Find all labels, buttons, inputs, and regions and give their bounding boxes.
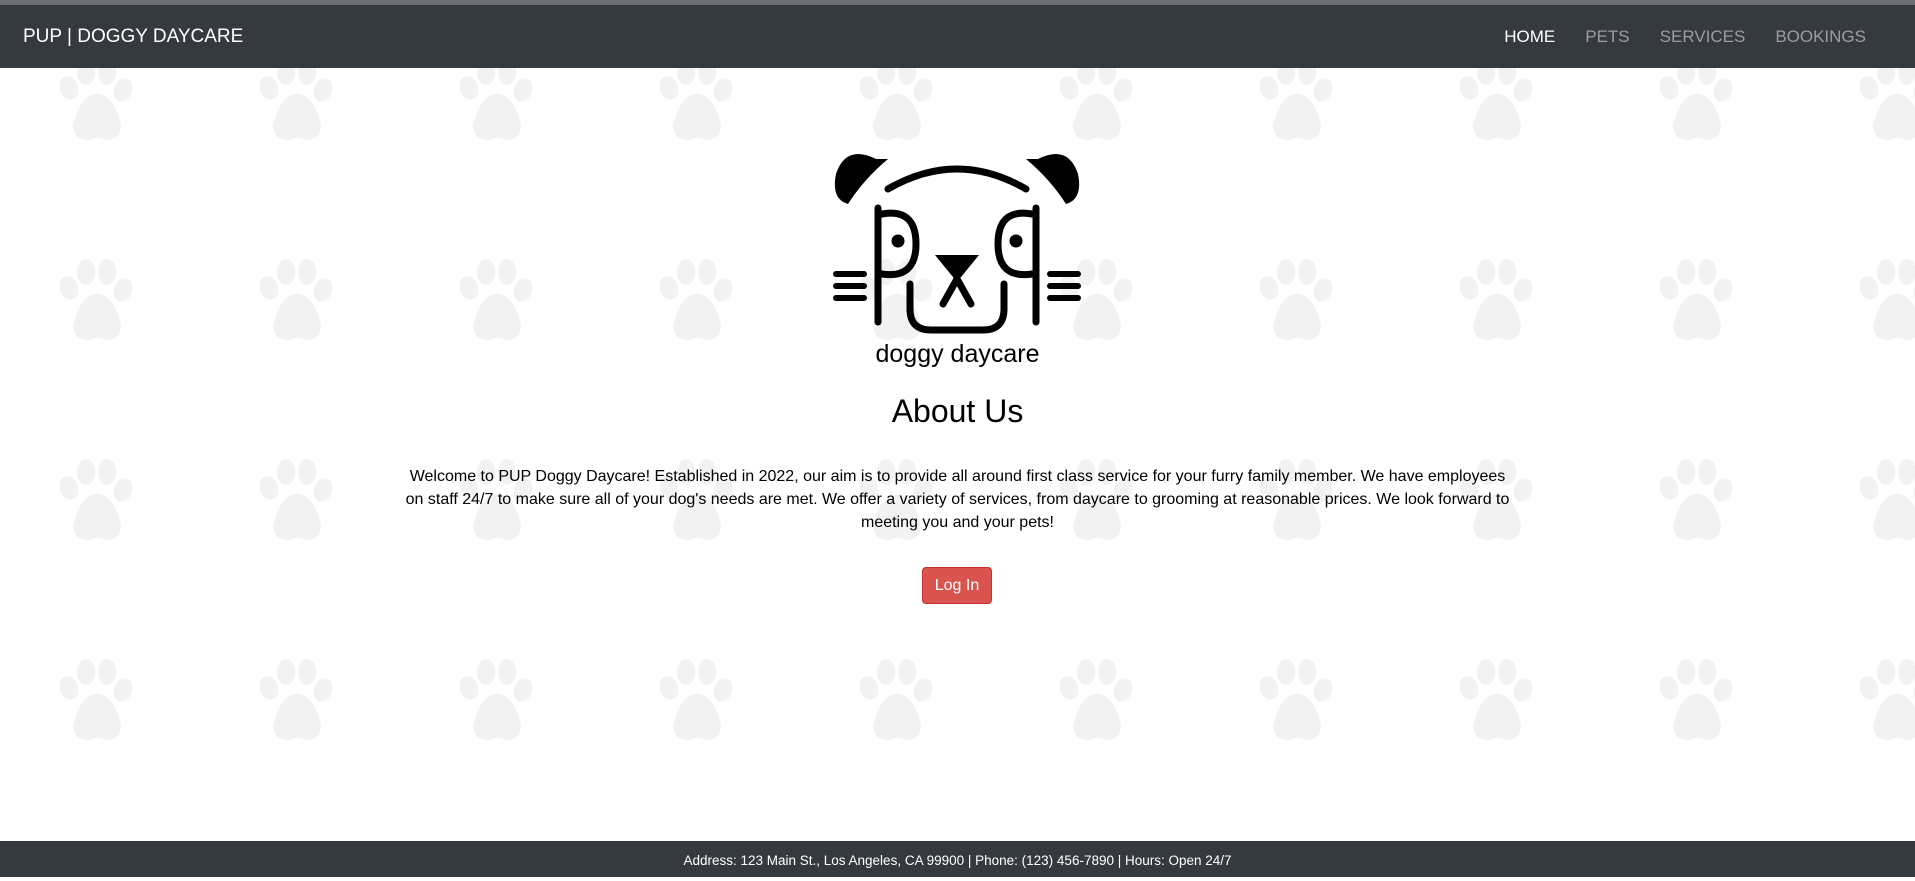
nav-home[interactable]: HOME xyxy=(1504,5,1555,68)
footer: Address: 123 Main St., Los Angeles, CA 9… xyxy=(0,841,1915,877)
page-title: About Us xyxy=(891,393,1024,429)
logo-tagline: doggy daycare xyxy=(875,340,1040,368)
navbar: PUP | DOGGY DAYCARE HOME PETS SERVICES B… xyxy=(0,5,1915,68)
nav-services[interactable]: SERVICES xyxy=(1660,5,1746,68)
footer-contact-info: Address: 123 Main St., Los Angeles, CA 9… xyxy=(683,853,1232,868)
login-button[interactable]: Log In xyxy=(922,567,992,604)
main-content: doggy daycare About Us Welcome to PUP Do… xyxy=(0,68,1915,841)
about-paragraph: Welcome to PUP Doggy Daycare! Establishe… xyxy=(405,468,1510,531)
window-top-edge xyxy=(0,0,1915,5)
main-nav: HOME PETS SERVICES BOOKINGS xyxy=(1474,5,1866,68)
brand-link[interactable]: PUP | DOGGY DAYCARE xyxy=(23,5,243,68)
nav-bookings[interactable]: BOOKINGS xyxy=(1775,5,1866,68)
nav-pets[interactable]: PETS xyxy=(1585,5,1629,68)
